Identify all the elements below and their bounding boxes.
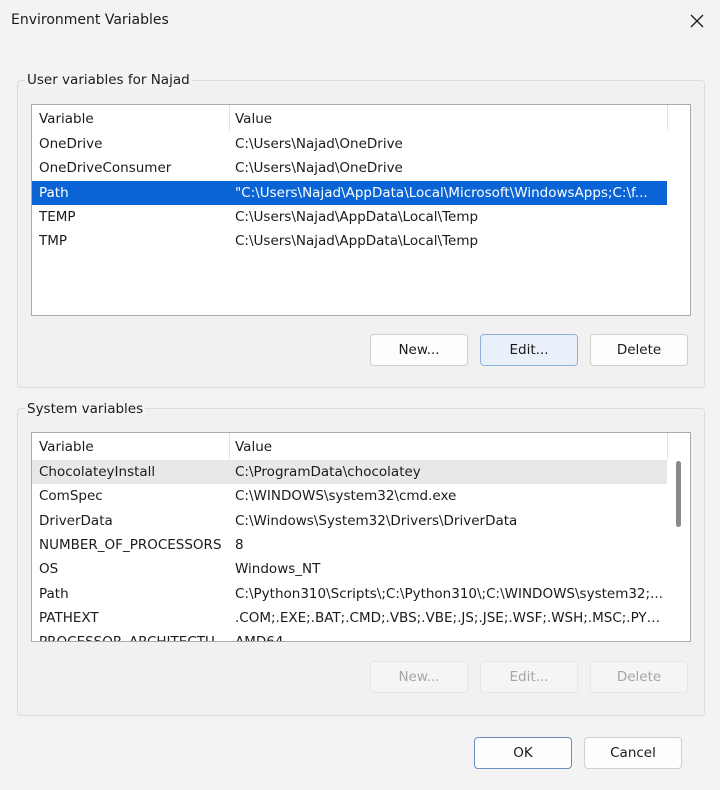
user-new-button[interactable]: New... [370, 334, 468, 366]
variable-value: "C:\Users\Najad\AppData\Local\Microsoft\… [235, 185, 648, 201]
table-row[interactable]: OS Windows_NT [32, 557, 667, 581]
ok-button[interactable]: OK [474, 737, 572, 769]
variable-value: C:\Users\Najad\OneDrive [235, 160, 403, 176]
table-row[interactable]: ComSpec C:\WINDOWS\system32\cmd.exe [32, 484, 667, 508]
table-row[interactable]: TEMP C:\Users\Najad\AppData\Local\Temp [32, 205, 667, 229]
column-divider [667, 433, 668, 459]
user-edit-button[interactable]: Edit... [480, 334, 578, 366]
variable-name: Path [39, 586, 69, 602]
variable-name: NUMBER_OF_PROCESSORS [39, 537, 222, 553]
close-icon [690, 14, 704, 28]
list-header: Variable Value [32, 435, 667, 459]
variable-value: C:\WINDOWS\system32\cmd.exe [235, 488, 457, 504]
table-row[interactable]: OneDriveConsumer C:\Users\Najad\OneDrive [32, 156, 667, 180]
variable-value: C:\Python310\Scripts\;C:\Python310\;C:\W… [235, 586, 663, 602]
variable-name: Path [39, 185, 69, 201]
close-button[interactable] [684, 8, 710, 34]
variable-value: .COM;.EXE;.BAT;.CMD;.VBS;.VBE;.JS;.JSE;.… [235, 610, 663, 626]
variable-value: C:\Windows\System32\Drivers\DriverData [235, 513, 518, 529]
column-divider[interactable] [229, 433, 230, 459]
table-row[interactable]: PROCESSOR_ARCHITECTU... AMD64 [32, 630, 667, 642]
column-divider[interactable] [229, 105, 230, 131]
vertical-scrollbar[interactable] [668, 459, 690, 641]
variable-value: C:\Users\Najad\AppData\Local\Temp [235, 209, 479, 225]
variable-name: PATHEXT [39, 610, 99, 626]
system-variables-group: System variables Variable Value Chocolat… [17, 401, 705, 716]
scrollbar-thumb[interactable] [676, 461, 681, 527]
user-variables-list[interactable]: Variable Value OneDrive C:\Users\Najad\O… [31, 104, 691, 316]
list-header: Variable Value [32, 107, 667, 131]
system-variables-legend: System variables [25, 401, 146, 417]
user-variables-group: User variables for Najad Variable Value … [17, 72, 705, 388]
column-header-value[interactable]: Value [235, 107, 663, 131]
table-row[interactable]: OneDrive C:\Users\Najad\OneDrive [32, 132, 667, 156]
system-variables-list[interactable]: Variable Value ChocolateyInstall C:\Prog… [31, 432, 691, 642]
variable-name: OneDrive [39, 136, 103, 152]
variable-value: 8 [235, 537, 244, 553]
variable-value: Windows_NT [235, 561, 321, 577]
table-row[interactable]: PATHEXT .COM;.EXE;.BAT;.CMD;.VBS;.VBE;.J… [32, 606, 667, 630]
column-header-variable[interactable]: Variable [39, 435, 229, 459]
variable-name: PROCESSOR_ARCHITECTU... [39, 634, 228, 642]
table-row-selected[interactable]: Path "C:\Users\Najad\AppData\Local\Micro… [32, 181, 667, 205]
system-edit-button[interactable]: Edit... [480, 661, 578, 693]
cancel-button[interactable]: Cancel [584, 737, 682, 769]
table-row[interactable]: Path C:\Python310\Scripts\;C:\Python310\… [32, 582, 667, 606]
variable-value: C:\Users\Najad\OneDrive [235, 136, 403, 152]
variable-name: TMP [39, 233, 68, 249]
variable-name: ComSpec [39, 488, 103, 504]
system-new-button[interactable]: New... [370, 661, 468, 693]
variable-name: ChocolateyInstall [39, 464, 156, 480]
variable-value: C:\ProgramData\chocolatey [235, 464, 421, 480]
table-row[interactable]: NUMBER_OF_PROCESSORS 8 [32, 533, 667, 557]
system-delete-button[interactable]: Delete [590, 661, 688, 693]
user-delete-button[interactable]: Delete [590, 334, 688, 366]
variable-value: AMD64 [235, 634, 284, 642]
column-divider [667, 105, 668, 131]
table-row[interactable]: ChocolateyInstall C:\ProgramData\chocola… [32, 460, 667, 484]
variable-value: C:\Users\Najad\AppData\Local\Temp [235, 233, 479, 249]
user-variables-legend: User variables for Najad [25, 72, 192, 88]
column-header-variable[interactable]: Variable [39, 107, 229, 131]
variable-name: DriverData [39, 513, 113, 529]
variable-name: TEMP [39, 209, 76, 225]
variable-name: OneDriveConsumer [39, 160, 172, 176]
title-bar: Environment Variables [0, 0, 720, 42]
window-title: Environment Variables [11, 12, 169, 28]
table-row[interactable]: DriverData C:\Windows\System32\Drivers\D… [32, 509, 667, 533]
variable-name: OS [39, 561, 59, 577]
column-header-value[interactable]: Value [235, 435, 663, 459]
table-row[interactable]: TMP C:\Users\Najad\AppData\Local\Temp [32, 229, 667, 253]
